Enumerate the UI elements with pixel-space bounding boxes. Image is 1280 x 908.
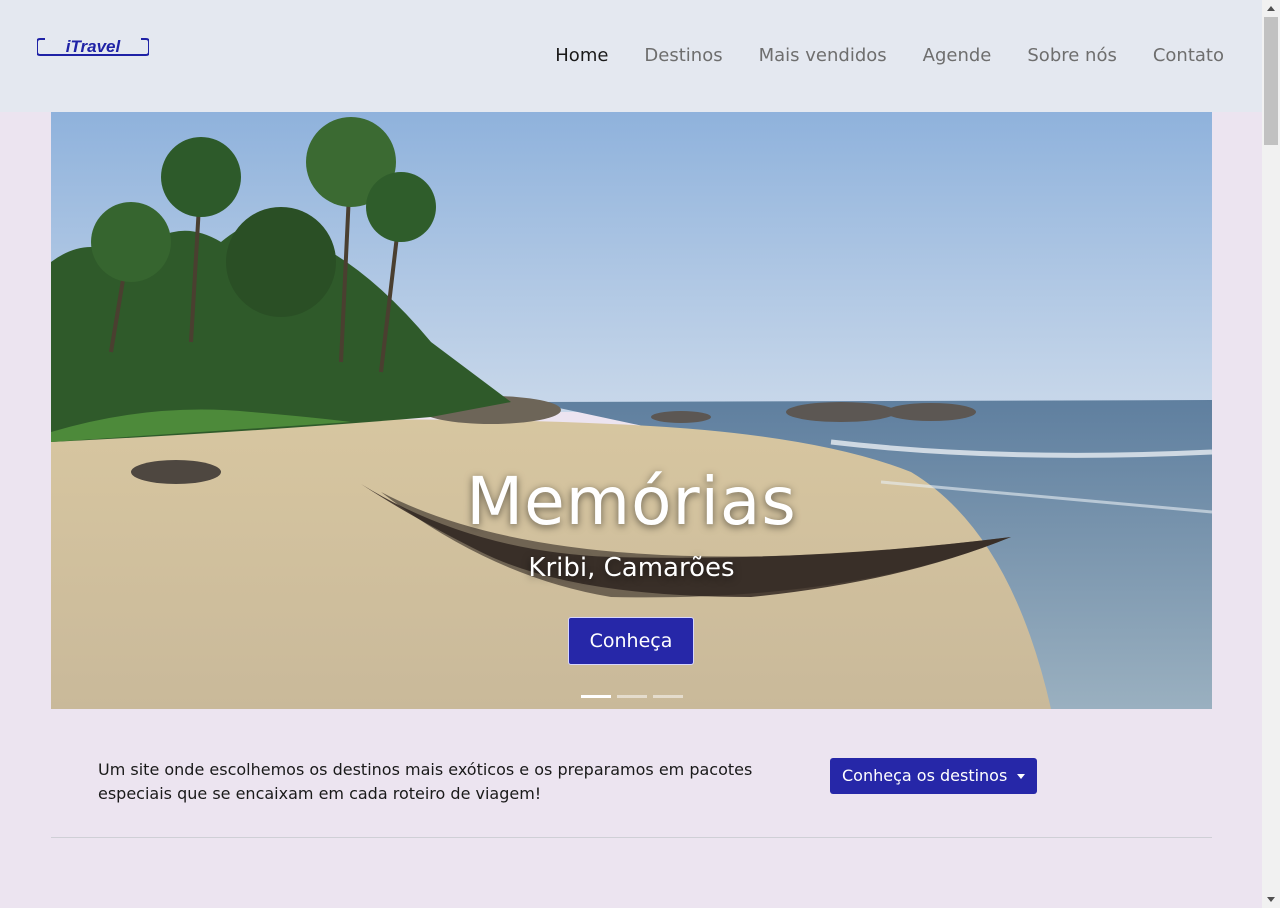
itravel-logo[interactable]: iTravel [37,38,149,56]
navbar: iTravel Home Destinos Mais vendidos Agen… [0,0,1262,112]
section-divider [51,837,1212,838]
scroll-up-arrow-icon[interactable] [1267,6,1275,11]
nav-item-contato[interactable]: Contato [1135,44,1224,68]
nav-item-mais-vendidos[interactable]: Mais vendidos [741,44,905,68]
nav-item-sobre-nos[interactable]: Sobre nós [1009,44,1134,68]
nav-item-home[interactable]: Home [537,44,626,68]
conheca-button[interactable]: Conheça [568,617,694,665]
scrollbar-thumb[interactable] [1264,17,1278,145]
destinos-dropdown-label: Conheça os destinos [842,766,1008,785]
carousel-indicator-3[interactable] [653,695,683,698]
destinos-dropdown-button[interactable]: Conheça os destinos [830,758,1037,794]
page-scrollbar[interactable] [1262,0,1280,908]
caret-down-icon [1017,774,1025,779]
carousel-indicator-1[interactable] [581,695,611,698]
scroll-down-arrow-icon[interactable] [1267,897,1275,902]
nav-menu: Home Destinos Mais vendidos Agende Sobre… [537,44,1224,68]
hero-subtitle: Kribi, Camarões [528,553,735,583]
carousel-indicator-2[interactable] [617,695,647,698]
hero-title: Memórias [466,463,797,540]
carousel-indicators [581,695,683,698]
nav-item-agende[interactable]: Agende [905,44,1010,68]
hero-carousel: Memórias Kribi, Camarões Conheça [51,112,1212,709]
intro-text: Um site onde escolhemos os destinos mais… [98,760,753,803]
nav-item-destinos[interactable]: Destinos [626,44,740,68]
svg-text:iTravel: iTravel [66,38,122,56]
